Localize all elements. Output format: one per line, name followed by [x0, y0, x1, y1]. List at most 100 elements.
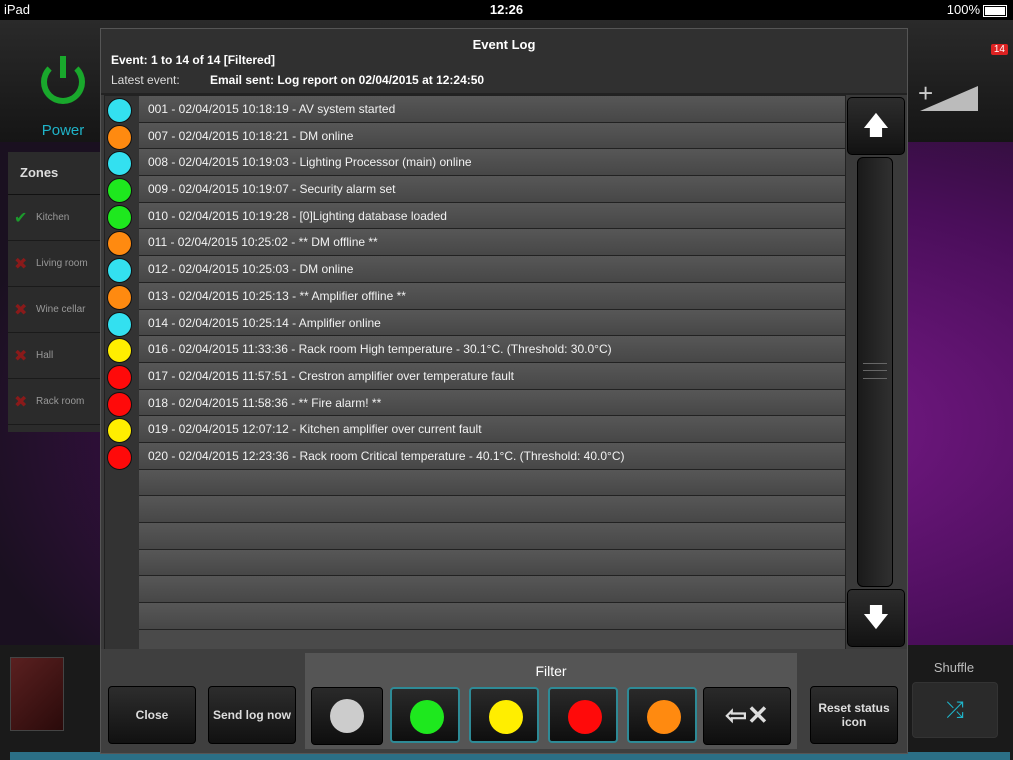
alert-count-badge[interactable]: 14: [990, 44, 1008, 55]
filter-grey-button[interactable]: [311, 687, 383, 745]
dialog-title: Event Log: [472, 37, 536, 52]
scroll-track[interactable]: [857, 157, 893, 587]
zone-label: Kitchen: [36, 212, 70, 223]
event-row[interactable]: 013 - 02/04/2015 10:25:13 - ** Amplifier…: [107, 282, 845, 310]
status-dot-icon: [107, 178, 132, 204]
event-row[interactable]: 019 - 02/04/2015 12:07:12 - Kitchen ampl…: [107, 416, 845, 444]
check-icon: ✔: [14, 209, 28, 227]
clear-filter-button[interactable]: ⇦✕: [703, 687, 791, 745]
empty-row: [139, 549, 845, 577]
power-label: Power: [41, 122, 85, 139]
zones-panel: Zones ✔ Kitchen ✖ Living room ✖ Wine cellar ✖ H…: [8, 152, 103, 432]
scroll-up-button[interactable]: 🡅: [847, 97, 905, 155]
zone-label: Living room: [36, 258, 88, 269]
clear-filter-icon: ⇦✕: [725, 700, 769, 730]
event-count: Event: 1 to 14 of 14 [Filtered]: [111, 53, 276, 67]
shuffle-label: Shuffle: [933, 660, 975, 675]
battery-status: 100%: [947, 2, 1007, 17]
event-text: 019 - 02/04/2015 12:07:12 - Kitchen ampl…: [148, 422, 482, 437]
event-row[interactable]: 008 - 02/04/2015 10:19:03 - Lighting Pro…: [107, 149, 845, 177]
power-button[interactable]: Power: [30, 56, 96, 139]
latest-event-value: Email sent: Log report on 02/04/2015 at …: [210, 73, 485, 87]
zone-item[interactable]: ✖ Hall: [8, 333, 103, 379]
event-row[interactable]: 012 - 02/04/2015 10:25:03 - DM online: [107, 256, 845, 284]
filter-group: Filter ⇦✕: [305, 653, 797, 749]
empty-row: [139, 469, 845, 497]
send-log-button[interactable]: Send log now: [208, 686, 296, 744]
status-dot-icon: [107, 311, 132, 337]
shuffle-icon: ⤮: [946, 697, 964, 722]
status-dot-icon: [107, 364, 132, 390]
filter-dot-icon: [330, 699, 364, 733]
zone-label: Wine cellar: [36, 304, 86, 315]
scroll-down-button[interactable]: 🡇: [847, 589, 905, 647]
filter-yellow-button[interactable]: [469, 687, 539, 743]
event-row[interactable]: 017 - 02/04/2015 11:57:51 - Crestron amp…: [107, 362, 845, 390]
arrow-up-icon: 🡅: [862, 110, 890, 140]
volume-level-icon[interactable]: [920, 86, 978, 111]
event-text: 012 - 02/04/2015 10:25:03 - DM online: [148, 262, 354, 277]
scroll-thumb-grip[interactable]: [863, 363, 887, 379]
status-dot-icon: [107, 204, 132, 230]
empty-row: [139, 576, 845, 604]
arrow-down-icon: 🡇: [862, 602, 890, 632]
status-bar: iPad 12:26 100%: [0, 0, 1013, 20]
event-text: 008 - 02/04/2015 10:19:03 - Lighting Pro…: [148, 155, 472, 170]
event-row[interactable]: 016 - 02/04/2015 11:33:36 - Rack room Hi…: [107, 336, 845, 364]
filter-dot-icon: [647, 700, 681, 734]
filter-dot-icon: [568, 700, 602, 734]
cross-icon: ✖: [14, 347, 28, 365]
event-row[interactable]: 018 - 02/04/2015 11:58:36 - ** Fire alar…: [107, 389, 845, 417]
event-text: 014 - 02/04/2015 10:25:14 - Amplifier on…: [148, 315, 381, 330]
filter-orange-button[interactable]: [627, 687, 697, 743]
zone-item[interactable]: ✔ Kitchen: [8, 195, 103, 241]
filter-green-button[interactable]: [390, 687, 460, 743]
event-text: 016 - 02/04/2015 11:33:36 - Rack room Hi…: [148, 342, 612, 357]
event-text: 009 - 02/04/2015 10:19:07 - Security ala…: [148, 182, 396, 197]
event-log-dialog: Event Log Event: 1 to 14 of 14 [Filtered…: [100, 28, 908, 754]
battery-icon: [983, 4, 1007, 17]
event-text: 017 - 02/04/2015 11:57:51 - Crestron amp…: [148, 368, 514, 383]
event-text: 011 - 02/04/2015 10:25:02 - ** DM offlin…: [148, 235, 378, 250]
shuffle-button[interactable]: ⤮: [912, 682, 998, 738]
filter-title: Filter: [535, 663, 567, 679]
close-button[interactable]: Close: [108, 686, 196, 744]
cross-icon: ✖: [14, 301, 28, 319]
cross-icon: ✖: [14, 255, 28, 273]
event-row[interactable]: 020 - 02/04/2015 12:23:36 - Rack room Cr…: [107, 442, 845, 470]
top-status-icons: 14: [912, 42, 1012, 70]
zone-item[interactable]: ✖ Wine cellar: [8, 287, 103, 333]
filter-red-button[interactable]: [548, 687, 618, 743]
scrollbar[interactable]: 🡅 🡇: [845, 95, 907, 648]
event-text: 007 - 02/04/2015 10:18:21 - DM online: [148, 128, 354, 143]
dialog-footer: Close Send log now Filter ⇦✕ Reset statu…: [101, 649, 907, 753]
event-row[interactable]: 009 - 02/04/2015 10:19:07 - Security ala…: [107, 176, 845, 204]
battery-percent: 100%: [946, 2, 980, 17]
album-art[interactable]: [10, 657, 64, 731]
reset-status-icon-button[interactable]: Reset status icon: [810, 686, 898, 744]
latest-event-label: Latest event:: [111, 73, 180, 87]
event-row[interactable]: 011 - 02/04/2015 10:25:02 - ** DM offlin…: [107, 229, 845, 257]
empty-row: [139, 496, 845, 523]
empty-row: [139, 523, 845, 550]
cross-icon: ✖: [14, 393, 28, 411]
event-rows: 001 - 02/04/2015 10:18:19 - AV system st…: [107, 96, 845, 630]
status-dot-icon: [107, 284, 132, 310]
event-row[interactable]: 001 - 02/04/2015 10:18:19 - AV system st…: [107, 96, 845, 123]
status-dot-icon: [107, 124, 132, 150]
status-dot-icon: [107, 444, 132, 470]
event-row[interactable]: 007 - 02/04/2015 10:18:21 - DM online: [107, 122, 845, 150]
event-row[interactable]: 014 - 02/04/2015 10:25:14 - Amplifier on…: [107, 309, 845, 337]
zone-item[interactable]: ✖ Living room: [8, 241, 103, 287]
zones-list: ✔ Kitchen ✖ Living room ✖ Wine cellar ✖ Hall ✖ Ra…: [8, 195, 103, 425]
dialog-header: Event Log Event: 1 to 14 of 14 [Filtered…: [101, 29, 907, 95]
zone-item[interactable]: ✖ Rack room: [8, 379, 103, 425]
event-list[interactable]: 001 - 02/04/2015 10:18:19 - AV system st…: [104, 95, 846, 650]
zones-header[interactable]: Zones: [8, 152, 103, 195]
status-dot-icon: [107, 258, 132, 284]
event-row[interactable]: 010 - 02/04/2015 10:19:28 - [0]Lighting …: [107, 202, 845, 230]
status-dot-icon: [107, 98, 132, 123]
filter-dot-icon: [410, 700, 444, 734]
event-text: 018 - 02/04/2015 11:58:36 - ** Fire alar…: [148, 395, 382, 410]
filter-dot-icon: [489, 700, 523, 734]
